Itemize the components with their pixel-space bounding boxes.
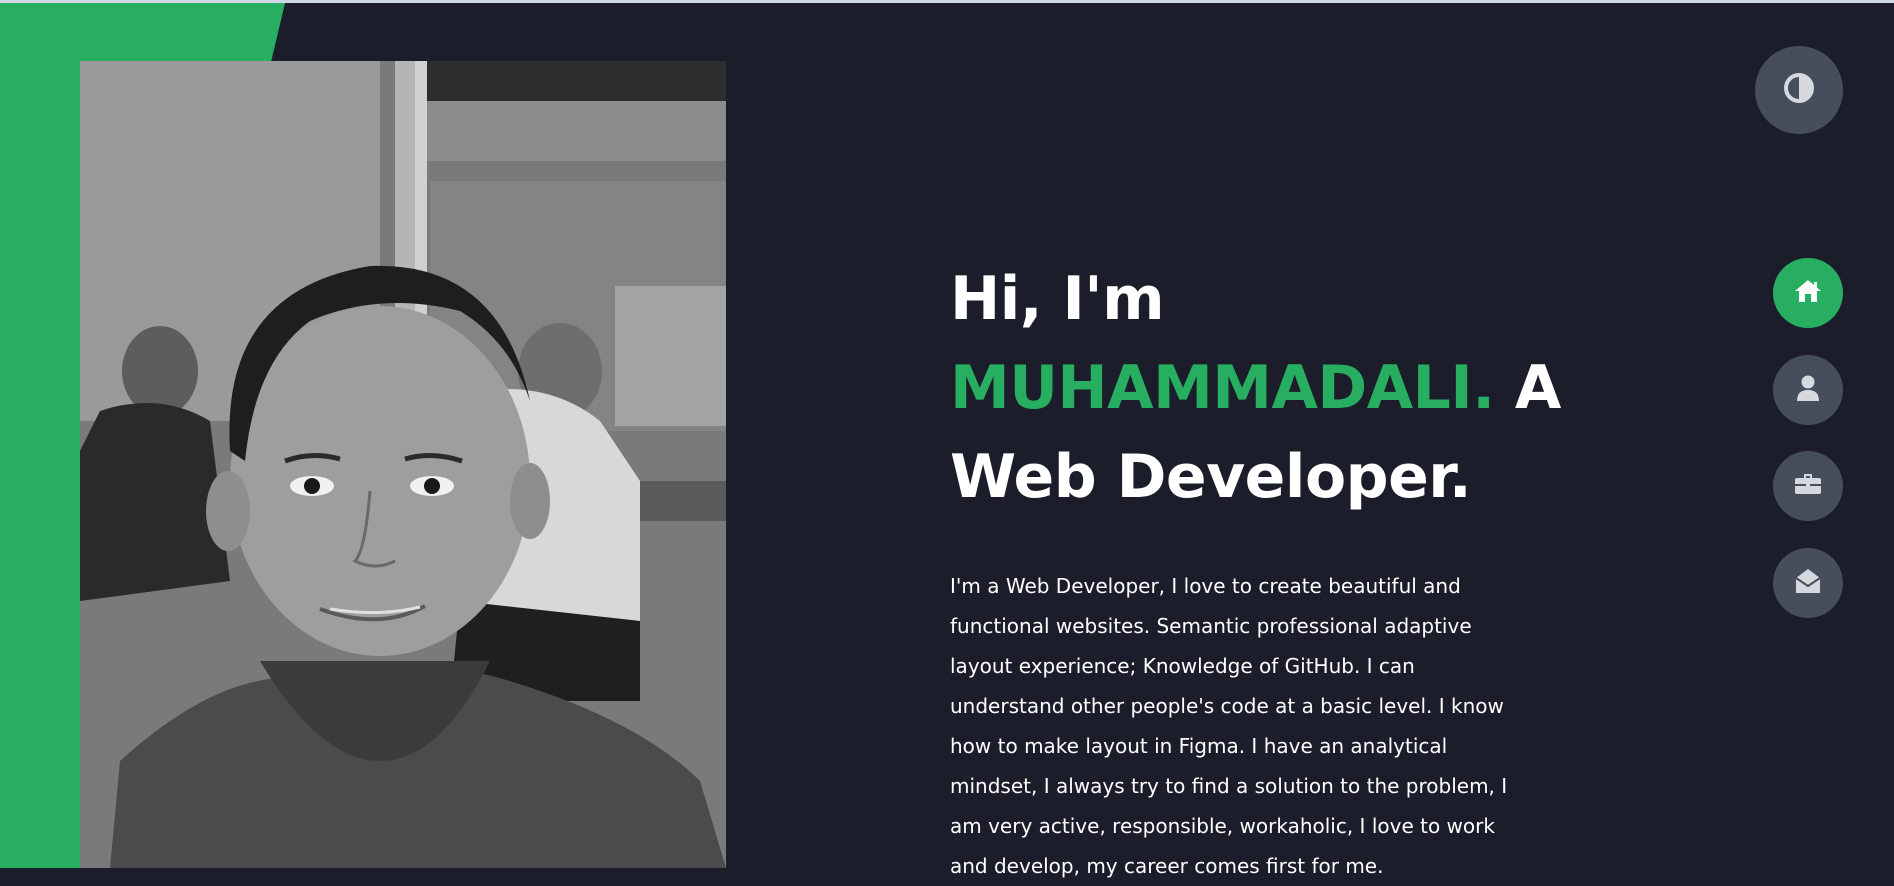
role-article-text: A (1494, 353, 1561, 423)
nav-home-button[interactable] (1773, 258, 1843, 328)
profile-photo (80, 61, 726, 868)
hero-section: Hi, I'm MUHAMMADALI. A Web Developer. I'… (950, 255, 1590, 886)
nav-portfolio-button[interactable] (1773, 451, 1843, 521)
nav-about-button[interactable] (1773, 355, 1843, 425)
greeting-text: Hi, I'm (950, 264, 1165, 334)
role-text: Web Developer. (950, 442, 1472, 512)
hero-description: I'm a Web Developer, I love to create be… (950, 574, 1508, 878)
nav-contact-button[interactable] (1773, 548, 1843, 618)
hero-title: Hi, I'm MUHAMMADALI. A Web Developer. (950, 255, 1590, 522)
user-icon (1796, 374, 1820, 406)
contrast-icon (1783, 72, 1815, 108)
theme-toggle-button[interactable] (1755, 46, 1843, 134)
window-top-edge (0, 0, 1894, 3)
name-text: MUHAMMADALI. (950, 353, 1495, 423)
home-icon (1793, 278, 1823, 308)
envelope-open-icon (1794, 567, 1822, 599)
briefcase-icon (1794, 472, 1822, 500)
